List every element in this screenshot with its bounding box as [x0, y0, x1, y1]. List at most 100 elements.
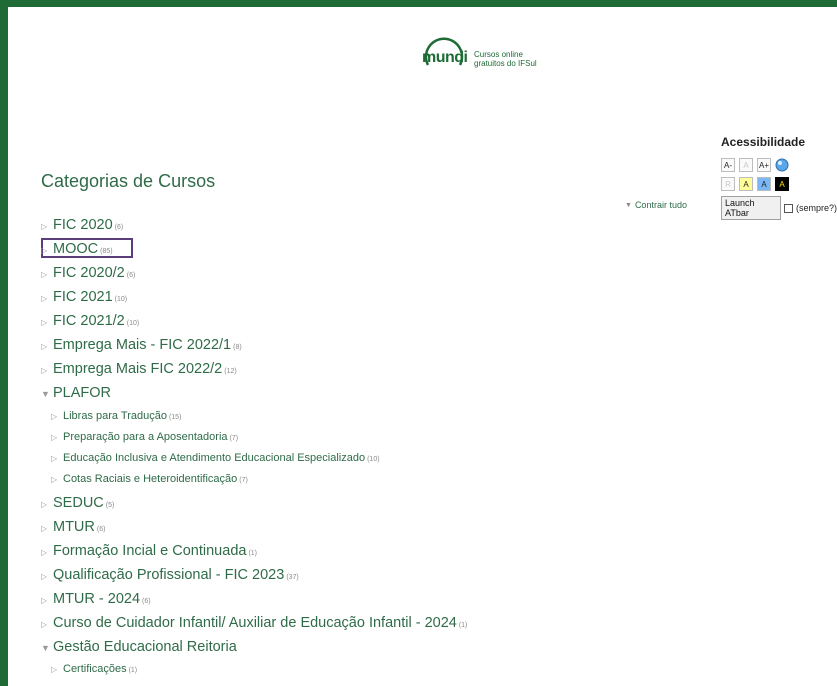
category-count: (15) — [168, 414, 182, 421]
category-item[interactable]: ▷ FIC 2021 (10) — [41, 289, 127, 305]
triangle-down-icon[interactable]: ▼ — [41, 389, 50, 399]
reset-font-button[interactable]: A — [739, 158, 753, 172]
category-item[interactable]: ▷ Emprega Mais - FIC 2022/1 (8) — [41, 337, 242, 353]
category-label[interactable]: PLAFOR — [53, 385, 111, 401]
triangle-right-icon[interactable]: ▷ — [41, 366, 49, 375]
color-scheme-row: R A A A — [721, 177, 837, 191]
category-label[interactable]: Qualificação Profissional - FIC 2023 — [53, 567, 284, 583]
subcategory-item[interactable]: ▷ Certificações (1) — [51, 663, 137, 675]
always-checkbox[interactable] — [784, 203, 793, 213]
category-item[interactable]: ▷ MTUR - 2024 (6) — [41, 591, 151, 607]
category-count: (37) — [286, 574, 299, 581]
accessibility-panel: Acessibilidade A- A A+ R A A A Launch AT… — [721, 135, 837, 220]
triangle-right-icon[interactable]: ▷ — [41, 596, 49, 605]
category-item[interactable]: ▷ Curso de Cuidador Infantil/ Auxiliar de… — [41, 615, 467, 631]
category-label[interactable]: Gestão Educacional Reitoria — [53, 639, 237, 655]
category-item[interactable]: ▷ Emprega Mais FIC 2022/2 (12) — [41, 361, 237, 377]
category-label[interactable]: FIC 2020/2 — [53, 265, 125, 281]
category-label[interactable]: FIC 2021/2 — [53, 313, 125, 329]
triangle-right-icon[interactable]: ▷ — [51, 475, 59, 484]
triangle-down-icon: ▼ — [625, 201, 632, 209]
black-scheme-button[interactable]: A — [775, 177, 789, 191]
category-count: (1) — [248, 550, 258, 557]
triangle-right-icon[interactable]: ▷ — [41, 270, 49, 279]
category-item[interactable]: ▷ MOOC (85) — [41, 241, 113, 257]
category-label[interactable]: Cotas Raciais e Heteroidentificação — [63, 473, 237, 485]
font-size-row: A- A A+ — [721, 158, 837, 172]
tagline-line-1: Cursos online — [474, 50, 523, 59]
subcategory-item[interactable]: ▷ Educação Inclusiva e Atendimento Educac… — [51, 452, 380, 464]
category-count: (8) — [233, 344, 242, 351]
category-label[interactable]: Emprega Mais - FIC 2022/1 — [53, 337, 231, 353]
category-label[interactable]: SEDUC — [53, 495, 104, 511]
category-count: (7) — [229, 435, 239, 442]
triangle-right-icon[interactable]: ▷ — [51, 412, 59, 421]
blue-scheme-button[interactable]: A — [757, 177, 771, 191]
triangle-right-icon[interactable]: ▷ — [41, 318, 49, 327]
category-label[interactable]: FIC 2021 — [53, 289, 113, 305]
subcategory-item[interactable]: ▷ Libras para Tradução (15) — [51, 410, 181, 422]
category-label[interactable]: MOOC — [53, 241, 98, 257]
category-label[interactable]: FIC 2020 — [53, 217, 113, 233]
category-item[interactable]: ▷ Formação Incial e Continuada (1) — [41, 543, 257, 559]
reset-colors-button[interactable]: R — [721, 177, 735, 191]
triangle-right-icon[interactable]: ▷ — [51, 433, 59, 442]
category-count: (6) — [142, 598, 151, 605]
category-item[interactable]: ▷ SEDUC (5) — [41, 495, 114, 511]
subcategory-item[interactable]: ▷ Preparação para a Aposentadoria (7) — [51, 431, 238, 443]
page-title: Categorias de Cursos — [41, 171, 216, 191]
launch-atbar-button[interactable]: Launch ATbar — [721, 196, 782, 220]
triangle-right-icon[interactable]: ▷ — [41, 222, 49, 231]
category-count: (10) — [114, 296, 128, 303]
triangle-right-icon[interactable]: ▷ — [41, 620, 49, 629]
category-count: (1) — [458, 622, 468, 629]
tagline-line-2: gratuitos do IFSul — [474, 59, 537, 68]
category-item[interactable]: ▼ PLAFOR — [41, 385, 111, 401]
launch-row: Launch ATbar (sempre?) — [721, 196, 837, 220]
increase-font-button[interactable]: A+ — [757, 158, 771, 172]
yellow-scheme-button[interactable]: A — [739, 177, 753, 191]
triangle-down-icon[interactable]: ▼ — [41, 643, 50, 653]
category-item[interactable]: ▼ Gestão Educacional Reitoria — [41, 639, 237, 655]
triangle-right-icon[interactable]: ▷ — [41, 548, 49, 557]
triangle-right-icon[interactable]: ▷ — [41, 524, 49, 533]
category-label[interactable]: Educação Inclusiva e Atendimento Educaci… — [63, 452, 365, 464]
category-item[interactable]: ▷ Qualificação Profissional - FIC 2023 (37… — [41, 567, 299, 583]
category-count: (5) — [105, 502, 115, 509]
category-item[interactable]: ▷ MTUR (6) — [41, 519, 105, 535]
category-label[interactable]: Preparação para a Aposentadoria — [63, 431, 228, 443]
category-label[interactable]: Emprega Mais FIC 2022/2 — [53, 361, 222, 377]
category-count: (6) — [114, 224, 124, 231]
always-label: (sempre?) — [795, 203, 837, 213]
triangle-right-icon[interactable]: ▷ — [41, 572, 49, 581]
category-item[interactable]: ▷ FIC 2020 (6) — [41, 217, 123, 233]
collapse-all-link[interactable]: ▼ Contrair tudo — [625, 200, 687, 210]
collapse-all-label: Contrair tudo — [634, 200, 687, 210]
speech-icon[interactable] — [775, 158, 789, 172]
logo-circle-icon: mundi — [420, 35, 468, 83]
mundi-logo[interactable]: mundi Cursos online gratuitos do IFSul — [420, 35, 537, 83]
triangle-right-icon[interactable]: ▷ — [41, 294, 49, 303]
accessibility-title: Acessibilidade — [721, 135, 806, 149]
category-label[interactable]: MTUR - 2024 — [53, 591, 140, 607]
category-label[interactable]: Formação Incial e Continuada — [53, 543, 246, 559]
triangle-right-icon[interactable]: ▷ — [41, 342, 49, 351]
category-count: (10) — [126, 320, 140, 327]
category-label[interactable]: Curso de Cuidador Infantil/ Auxiliar de … — [53, 615, 457, 631]
category-label[interactable]: Certificações — [63, 663, 127, 675]
subcategory-item[interactable]: ▷ Cotas Raciais e Heteroidentificação (7) — [51, 473, 248, 485]
category-count: (6) — [126, 272, 136, 279]
triangle-right-icon[interactable]: ▷ — [41, 246, 49, 255]
logo-word: mundi — [422, 49, 468, 66]
category-label[interactable]: Libras para Tradução — [63, 410, 167, 422]
category-count: (12) — [224, 368, 237, 375]
logo-tagline: Cursos online gratuitos do IFSul — [474, 50, 537, 68]
category-item[interactable]: ▷ FIC 2021/2 (10) — [41, 313, 139, 329]
category-item[interactable]: ▷ FIC 2020/2 (6) — [41, 265, 135, 281]
category-label[interactable]: MTUR — [53, 519, 95, 535]
triangle-right-icon[interactable]: ▷ — [41, 500, 49, 509]
triangle-right-icon[interactable]: ▷ — [51, 665, 59, 674]
category-count: (7) — [239, 477, 248, 484]
decrease-font-button[interactable]: A- — [721, 158, 735, 172]
triangle-right-icon[interactable]: ▷ — [51, 454, 59, 463]
